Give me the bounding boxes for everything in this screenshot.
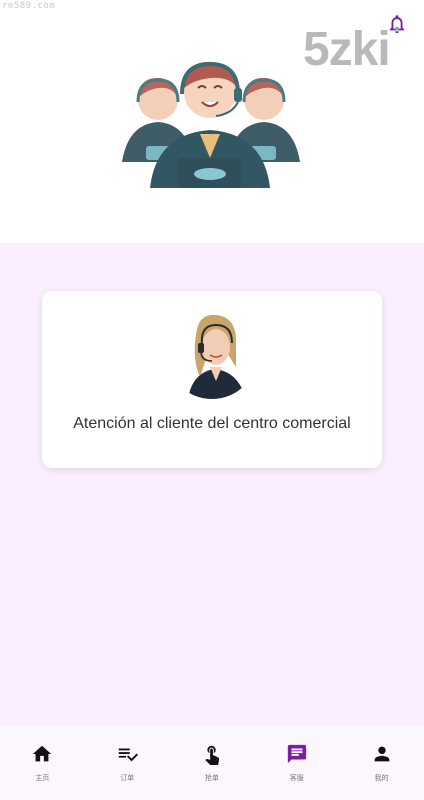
content-area: Atención al cliente del centro comercial xyxy=(0,243,424,725)
nav-item-service[interactable]: 客服 xyxy=(255,725,339,783)
nav-item-orders[interactable]: 订单 xyxy=(85,725,169,783)
nav-item-grab[interactable]: 抢单 xyxy=(170,725,254,783)
nav-label-service: 客服 xyxy=(289,775,304,782)
mall-service-card[interactable]: Atención al cliente del centro comercial xyxy=(42,291,382,468)
brand-watermark: 5zki xyxy=(303,23,391,76)
service-card-title: Atención al cliente del centro comercial xyxy=(73,415,351,432)
nav-label-home: 主页 xyxy=(35,775,50,782)
nav-label-profile: 我的 xyxy=(374,775,389,782)
nav-item-profile[interactable]: 我的 xyxy=(340,725,424,783)
person-icon xyxy=(374,746,389,762)
nav-item-home[interactable]: 主页 xyxy=(0,725,84,783)
agent-avatar xyxy=(166,307,258,399)
chat-icon xyxy=(287,744,306,764)
playlist-check-icon xyxy=(118,748,139,762)
notification-bell-icon[interactable] xyxy=(386,12,408,36)
home-icon xyxy=(33,745,52,762)
nav-label-grab: 抢单 xyxy=(204,775,219,782)
watermark-text: re589.com xyxy=(2,1,56,11)
touch-icon xyxy=(205,745,220,765)
bottom-navigation: 主页 订单 抢单 客服 我的 xyxy=(0,725,424,800)
customer-service-illustration xyxy=(122,61,300,188)
nav-label-orders: 订单 xyxy=(120,775,135,782)
